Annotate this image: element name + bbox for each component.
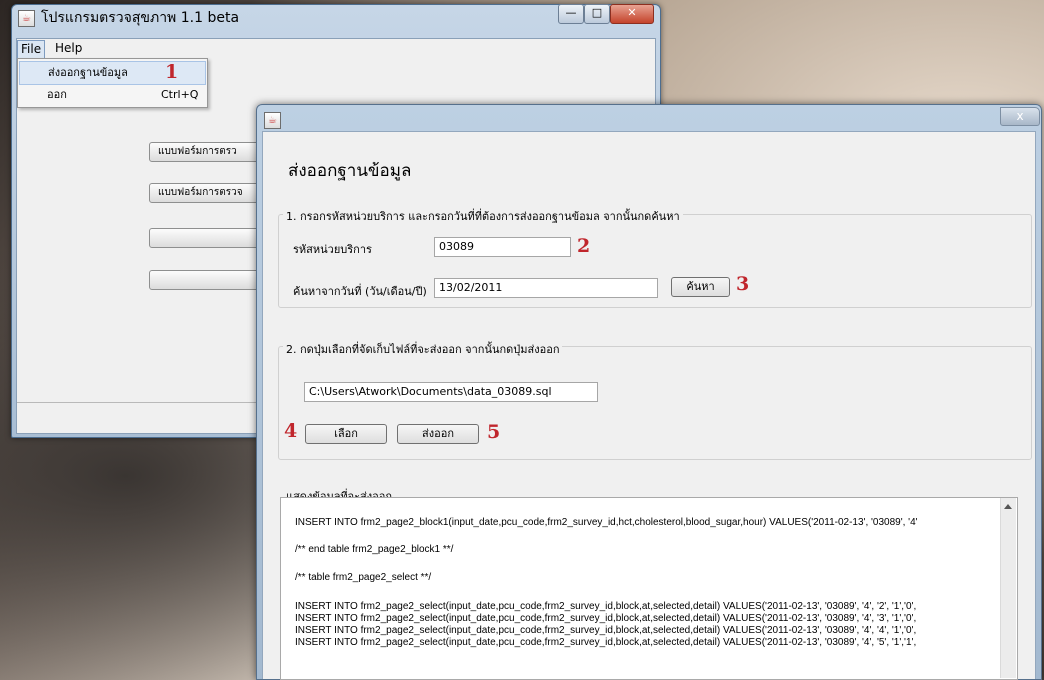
scroll-up-icon[interactable] (1004, 504, 1012, 509)
date-input[interactable] (434, 278, 658, 298)
choose-button[interactable]: เลือก (305, 424, 387, 444)
menu-item-quit[interactable]: ออก Ctrl+Q (19, 84, 204, 106)
unit-code-label: รหัสหน่วยบริการ (293, 243, 372, 256)
menu-item-quit-label: ออก (47, 88, 67, 101)
dialog-close-button[interactable]: x (1000, 107, 1040, 126)
dialog-heading: ส่งออกฐานข้อมูล (288, 161, 412, 181)
maximize-icon[interactable]: □ (584, 4, 610, 24)
search-button[interactable]: ค้นหา (671, 277, 730, 297)
section1-legend: 1. กรอกรหัสหน่วยบริการ และกรอกวันที่ที่ต… (283, 207, 683, 225)
menu-item-export-label: ส่งออกฐานข้อมูล (48, 66, 128, 79)
main-window-title: โปรแกรมตรวจสุขภาพ 1.1 beta (41, 10, 240, 26)
form-button-3[interactable]: ห (149, 228, 266, 248)
menu-help[interactable]: Help (52, 40, 85, 57)
form-button-2[interactable]: แบบฟอร์มการตรวจ (149, 183, 264, 203)
main-window-titlebar[interactable]: ☕ โปรแกรมตรวจสุขภาพ 1.1 beta (18, 7, 239, 29)
annotation-4: 4 (284, 420, 298, 442)
menu-file[interactable]: File (17, 40, 46, 59)
section-export-group (278, 346, 1032, 460)
annotation-2: 2 (577, 235, 591, 257)
sql-line: /** table frm2_page2_select **/ (295, 572, 432, 583)
form-button-1[interactable]: แบบฟอร์มการตรว (149, 142, 264, 162)
form-button-4[interactable] (149, 270, 264, 290)
export-button[interactable]: ส่งออก (397, 424, 479, 444)
sql-line: INSERT INTO frm2_page2_select(input_date… (295, 637, 917, 648)
annotation-3: 3 (736, 273, 750, 295)
annotation-1: 1 (165, 61, 179, 83)
sql-line: INSERT INTO frm2_page2_select(input_date… (295, 625, 917, 636)
menubar: File Help (17, 39, 653, 59)
file-menu-dropdown: ส่งออกฐานข้อมูล ออก Ctrl+Q (17, 58, 208, 108)
sql-line: INSERT INTO frm2_page2_select(input_date… (295, 601, 917, 612)
section2-legend: 2. กดปุ่มเลือกที่จัดเก็บไฟล์ที่จะส่งออก … (283, 340, 563, 358)
sql-preview-scrollbar[interactable] (1000, 498, 1016, 678)
date-label: ค้นหาจากวันที่ (วัน/เดือน/ปี) (293, 285, 427, 298)
sql-preview-textarea[interactable]: INSERT INTO frm2_page2_block1(input_date… (280, 497, 1018, 680)
sql-line: INSERT INTO frm2_page2_block1(input_date… (295, 517, 918, 528)
unit-code-input[interactable] (434, 237, 571, 257)
annotation-5: 5 (487, 421, 501, 443)
file-path-input[interactable] (304, 382, 598, 402)
java-cup-icon: ☕ (264, 112, 281, 129)
java-cup-icon: ☕ (18, 9, 35, 27)
close-icon[interactable]: ✕ (610, 4, 654, 24)
sql-line: INSERT INTO frm2_page2_select(input_date… (295, 613, 917, 624)
minimize-icon[interactable]: — (558, 4, 584, 24)
menu-item-quit-shortcut: Ctrl+Q (161, 88, 199, 101)
sql-line: /** end table frm2_page2_block1 **/ (295, 544, 454, 555)
